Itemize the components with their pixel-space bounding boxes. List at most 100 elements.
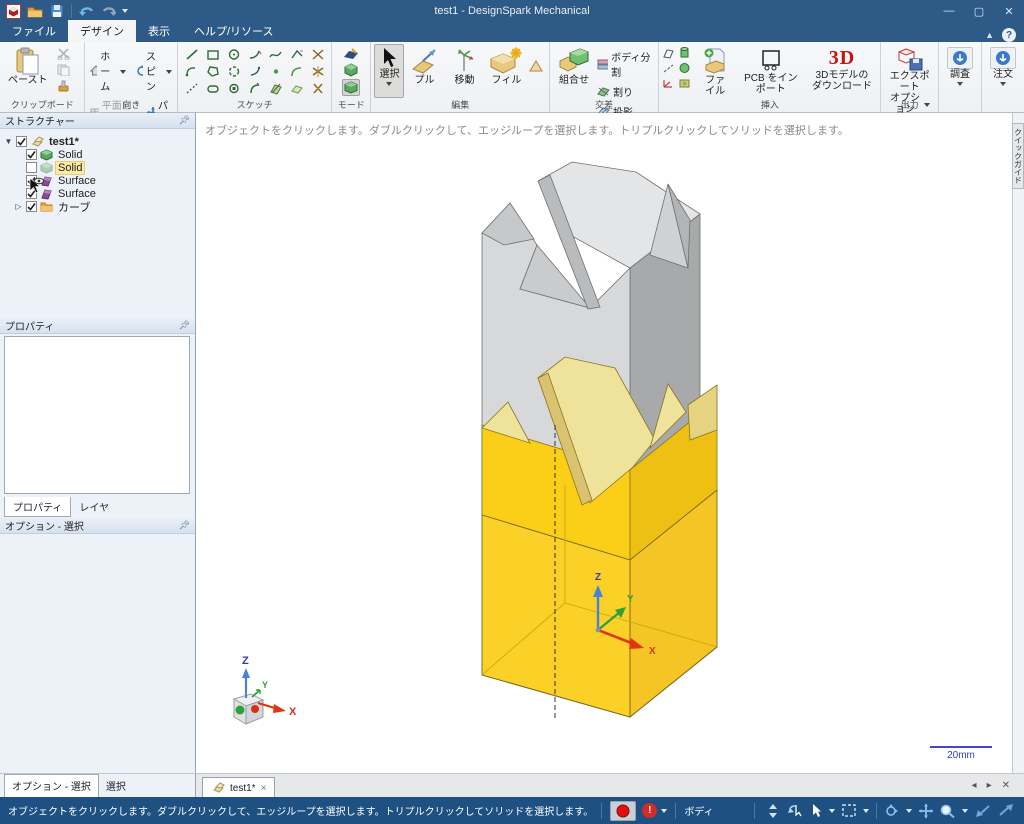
insert-cylinder-icon[interactable]: [678, 47, 691, 59]
bottom-tab-options[interactable]: オプション - 選択: [4, 774, 99, 797]
select-button[interactable]: 選択: [374, 44, 404, 98]
move-button[interactable]: 移動: [444, 44, 484, 89]
sketch-line-icon[interactable]: [181, 46, 202, 63]
sketch-trim-away-icon[interactable]: [307, 63, 328, 80]
record-button[interactable]: [610, 801, 636, 821]
tab-view[interactable]: 表示: [136, 20, 182, 42]
blend-icon[interactable]: [528, 58, 544, 74]
select-tool-icon[interactable]: [810, 803, 822, 818]
sketch-offset-arc-icon[interactable]: [244, 80, 265, 97]
sketch-sweep-arc-icon[interactable]: [244, 63, 265, 80]
home-view-button[interactable]: ホーム: [88, 47, 128, 94]
error-dropdown-icon[interactable]: [661, 809, 667, 813]
import-pcb-button[interactable]: PCB をインポート: [735, 44, 807, 98]
sketch-keyed-circle-icon[interactable]: [223, 80, 244, 97]
document-tab[interactable]: test1* ×: [202, 777, 275, 798]
sketch-spline-icon[interactable]: [265, 46, 286, 63]
quick-guide-tab[interactable]: クイックガイド: [1012, 123, 1024, 189]
sketch-fillet-icon[interactable]: [286, 63, 307, 80]
insert-shell-icon[interactable]: [678, 77, 691, 89]
bottom-tab-select[interactable]: 選択: [99, 775, 133, 797]
tab-layers[interactable]: レイヤ: [71, 497, 117, 517]
copy-icon[interactable]: [57, 64, 70, 76]
view-triad[interactable]: Z X Y: [234, 655, 297, 724]
tree-item-solid2[interactable]: Solid: [4, 161, 195, 174]
sketch-circle-icon[interactable]: [223, 46, 244, 63]
tree-item-curves[interactable]: ▷ カーブ: [4, 200, 195, 213]
box-select-icon[interactable]: [842, 804, 856, 817]
tab-help[interactable]: ヘルプ/リソース: [182, 20, 286, 42]
select-dropdown-icon[interactable]: [829, 809, 835, 813]
tree-checkbox[interactable]: [16, 136, 27, 147]
sketch-construction-line-icon[interactable]: [181, 80, 202, 97]
help-icon[interactable]: ?: [1002, 28, 1016, 42]
tab-properties[interactable]: プロパティ: [4, 497, 71, 517]
fill-button[interactable]: フィル: [484, 44, 528, 89]
tree-item-solid1[interactable]: Solid: [4, 148, 195, 161]
sketch-mode-icon[interactable]: [343, 47, 359, 61]
pan-view-icon[interactable]: [919, 804, 933, 818]
pin-icon[interactable]: 📌︎: [179, 320, 190, 331]
split-body-button[interactable]: ボディ分割: [595, 48, 655, 80]
download-3d-model-button[interactable]: 3D 3Dモデルのダウンロード: [807, 44, 878, 95]
tab-scroll-left-icon[interactable]: ◂: [972, 780, 977, 791]
pull-button[interactable]: プル: [404, 44, 444, 89]
tree-collapse-icon[interactable]: ▼: [4, 137, 13, 146]
collapse-ribbon-icon[interactable]: ▲: [985, 30, 994, 40]
undo-icon[interactable]: [78, 3, 94, 19]
sketch-construction-circle-icon[interactable]: [223, 63, 244, 80]
sketch-trim-corner-icon[interactable]: [307, 80, 328, 97]
zoom-view-icon[interactable]: [940, 804, 955, 818]
maximize-button[interactable]: ▢: [964, 0, 994, 22]
insert-file-button[interactable]: ファイル: [695, 44, 735, 100]
sketch-move-plane-icon[interactable]: [286, 80, 307, 97]
app-logo-icon[interactable]: [5, 3, 21, 19]
pin-icon[interactable]: 📌︎: [179, 520, 190, 531]
spin-button[interactable]: スピン: [134, 47, 174, 94]
qat-dropdown-icon[interactable]: [122, 9, 128, 13]
section-mode-icon[interactable]: [343, 63, 359, 77]
sketch-polygon-icon[interactable]: [202, 63, 223, 80]
measure-button[interactable]: 調査: [942, 44, 978, 100]
insert-plane-icon[interactable]: [662, 48, 675, 59]
zoom-dropdown-icon[interactable]: [962, 809, 968, 813]
tree-checkbox[interactable]: [26, 149, 37, 160]
sketch-point-icon[interactable]: [265, 63, 286, 80]
cut-icon[interactable]: [57, 48, 70, 60]
sketch-slot-icon[interactable]: [202, 80, 223, 97]
tree-item-root[interactable]: ▼ test1*: [4, 135, 195, 148]
sketch-plane-icon[interactable]: [265, 80, 286, 97]
sketch-tangent-arc-icon[interactable]: [244, 46, 265, 63]
minimize-button[interactable]: —: [934, 0, 964, 22]
document-close-icon[interactable]: ×: [261, 783, 267, 794]
sketch-arc-3pt-icon[interactable]: [181, 63, 202, 80]
insert-axis-icon[interactable]: [662, 78, 675, 89]
spin-stepper-icon[interactable]: [768, 803, 778, 819]
combine-button[interactable]: 組合せ: [553, 44, 595, 89]
redo-icon[interactable]: [100, 3, 116, 19]
error-indicator-icon[interactable]: !: [642, 803, 657, 818]
tab-scroll-right-icon[interactable]: ▸: [987, 780, 992, 791]
pin-icon[interactable]: 📌︎: [179, 115, 190, 126]
tab-file[interactable]: ファイル: [0, 20, 68, 42]
tree-checkbox[interactable]: [26, 201, 37, 212]
box-select-dropdown-icon[interactable]: [863, 809, 869, 813]
model-3d-view[interactable]: Z Y X Z X: [196, 113, 1012, 773]
order-button[interactable]: 注文: [985, 44, 1021, 100]
tree-checkbox[interactable]: [26, 162, 37, 173]
tab-design[interactable]: デザイン: [68, 20, 136, 42]
open-file-icon[interactable]: [27, 3, 43, 19]
close-button[interactable]: ✕: [994, 0, 1024, 22]
viewport[interactable]: オブジェクトをクリックします。ダブルクリックして、エッジループを選択します。トリ…: [196, 113, 1024, 773]
sketch-rectangle-icon[interactable]: [202, 46, 223, 63]
format-painter-icon[interactable]: [57, 80, 70, 92]
insert-line-icon[interactable]: [662, 63, 675, 74]
sketch-polyline-icon[interactable]: [286, 46, 307, 63]
zoom-in-arrow-icon[interactable]: [998, 804, 1014, 817]
zoom-out-arrow-icon[interactable]: [975, 804, 991, 817]
tab-close-all-icon[interactable]: ✕: [1002, 780, 1010, 791]
paste-button[interactable]: ペースト: [3, 44, 53, 89]
previous-selection-icon[interactable]: [785, 803, 803, 818]
solid-mode-button[interactable]: [342, 79, 360, 96]
tree-expand-icon[interactable]: ▷: [14, 202, 23, 211]
